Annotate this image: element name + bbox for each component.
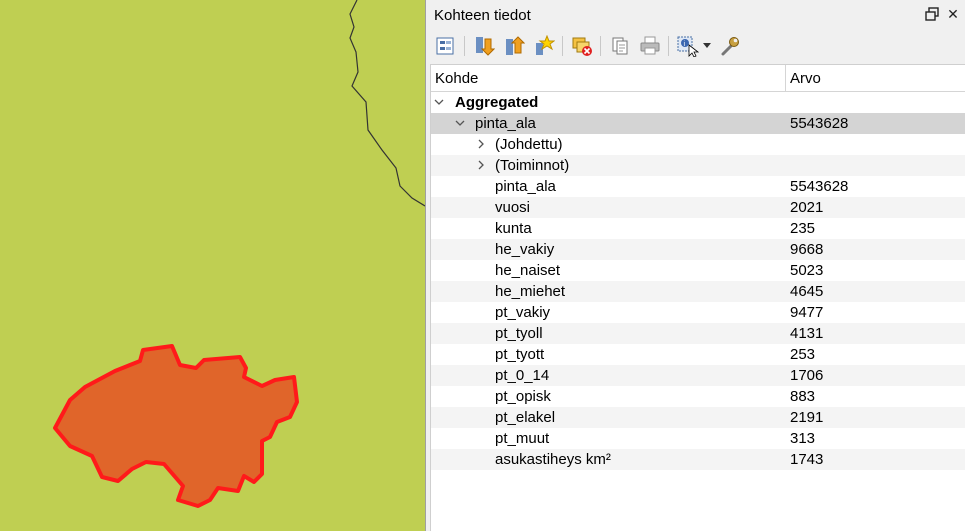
attribute-row[interactable]: he_naiset 5023 (431, 260, 965, 281)
identify-results-tree[interactable]: Kohde Arvo Aggregated pinta_ala 5543628 … (430, 64, 965, 531)
toolbar-separator (464, 36, 465, 56)
toolbar-separator (562, 36, 563, 56)
attribute-name: vuosi (495, 199, 531, 216)
feature-label: pinta_ala (475, 115, 536, 132)
attribute-row[interactable]: pt_opisk 883 (431, 386, 965, 407)
group-label-toiminnot: (Toiminnot) (495, 157, 570, 174)
attribute-row[interactable]: asukastiheys km² 1743 (431, 449, 965, 470)
print-icon[interactable] (637, 33, 663, 59)
attribute-name: pt_tyott (495, 346, 545, 363)
attribute-value: 9668 (790, 241, 824, 258)
attribute-name: pt_vakiy (495, 304, 551, 321)
identify-results-panel: Kohteen tiedot ✕ i Kohde Arvo Aggregated… (425, 0, 965, 531)
attribute-value: 2021 (790, 199, 824, 216)
column-header-arvo[interactable]: Arvo (790, 70, 821, 87)
expand-all-icon[interactable] (471, 33, 497, 59)
attribute-row[interactable]: pt_vakiy 9477 (431, 302, 965, 323)
attribute-name: kunta (495, 220, 532, 237)
expand-tree-icon[interactable] (432, 33, 458, 59)
chevron-right-icon[interactable] (476, 157, 488, 173)
attribute-row[interactable]: pt_elakel 2191 (431, 407, 965, 428)
chevron-down-icon[interactable] (434, 94, 446, 110)
attribute-name: asukastiheys km² (495, 451, 611, 468)
panel-titlebar: Kohteen tiedot ✕ (426, 0, 965, 30)
attribute-value: 5023 (790, 262, 824, 279)
attribute-row[interactable]: pt_tyoll 4131 (431, 323, 965, 344)
column-header-divider[interactable] (785, 65, 786, 92)
collapse-all-icon[interactable] (501, 33, 527, 59)
highlight-icon[interactable] (531, 33, 557, 59)
attribute-value: 1743 (790, 451, 824, 468)
tree-row-layer[interactable]: Aggregated (431, 92, 965, 113)
tree-row-group[interactable]: (Toiminnot) (431, 155, 965, 176)
attribute-value: 4645 (790, 283, 824, 300)
column-header-kohde[interactable]: Kohde (435, 70, 478, 87)
tree-header: Kohde Arvo (431, 65, 965, 92)
close-icon[interactable]: ✕ (945, 5, 961, 23)
attribute-name: he_naiset (495, 262, 561, 279)
attribute-name: pt_muut (495, 430, 550, 447)
attribute-name: pt_opisk (495, 388, 551, 405)
selected-feature-polygon (53, 344, 299, 508)
attribute-row[interactable]: pt_0_14 1706 (431, 365, 965, 386)
attribute-value: 883 (790, 388, 816, 405)
toolbar-separator (600, 36, 601, 56)
municipality-boundary (349, 0, 425, 207)
attribute-value: 4131 (790, 325, 824, 342)
chevron-down-icon[interactable] (455, 115, 467, 131)
attribute-name: pinta_ala (495, 178, 556, 195)
toolbar-separator (668, 36, 669, 56)
layer-label: Aggregated (455, 94, 539, 111)
attribute-row[interactable]: pinta_ala 5543628 (431, 176, 965, 197)
map-layers (53, 0, 425, 508)
settings-wrench-icon[interactable] (717, 33, 743, 59)
map-canvas[interactable] (0, 0, 425, 531)
attribute-row[interactable]: he_miehet 4645 (431, 281, 965, 302)
feature-value: 5543628 (790, 115, 849, 132)
attribute-value: 5543628 (790, 178, 849, 195)
tree-row-group[interactable]: (Johdettu) (431, 134, 965, 155)
attribute-name: pt_0_14 (495, 367, 550, 384)
attribute-row[interactable]: pt_muut 313 (431, 428, 965, 449)
undock-icon[interactable] (924, 5, 940, 23)
attribute-value: 313 (790, 430, 816, 447)
attribute-row[interactable]: pt_tyott 253 (431, 344, 965, 365)
attribute-name: he_vakiy (495, 241, 555, 258)
group-label-johdettu: (Johdettu) (495, 136, 563, 153)
attribute-name: he_miehet (495, 283, 566, 300)
attribute-row[interactable]: vuosi 2021 (431, 197, 965, 218)
identify-mode-icon[interactable]: i (675, 33, 701, 59)
attribute-row[interactable]: kunta 235 (431, 218, 965, 239)
attribute-value: 1706 (790, 367, 824, 384)
chevron-right-icon[interactable] (476, 136, 488, 152)
tree-row-feature[interactable]: pinta_ala 5543628 (431, 113, 965, 134)
attribute-value: 9477 (790, 304, 824, 321)
attribute-value: 235 (790, 220, 816, 237)
attribute-name: pt_tyoll (495, 325, 543, 342)
copy-icon[interactable] (607, 33, 633, 59)
attribute-name: pt_elakel (495, 409, 556, 426)
panel-title: Kohteen tiedot (434, 7, 531, 24)
attribute-value: 2191 (790, 409, 824, 426)
clear-results-icon[interactable] (569, 33, 595, 59)
dropdown-arrow-icon[interactable] (701, 33, 713, 59)
identify-toolbar: i (426, 30, 965, 62)
attribute-value: 253 (790, 346, 816, 363)
attribute-row[interactable]: he_vakiy 9668 (431, 239, 965, 260)
